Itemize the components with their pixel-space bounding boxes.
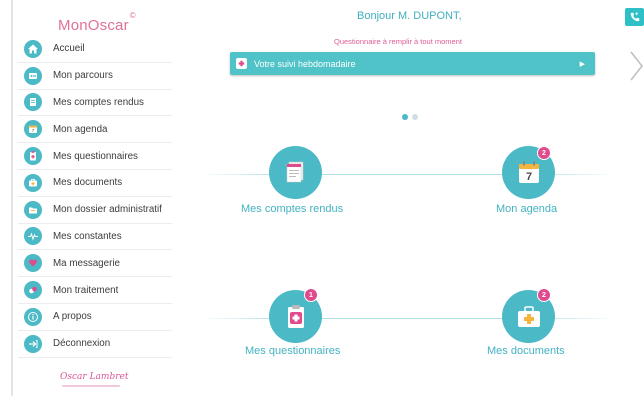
greeting-text: Bonjour M. DUPONT, — [357, 10, 462, 22]
sidebar-item-deconnexion[interactable]: Déconnexion — [18, 331, 172, 358]
tile-label: Mon agenda — [496, 203, 558, 215]
next-page-arrow-icon[interactable] — [628, 50, 644, 82]
calendar-icon: 7 — [24, 120, 42, 139]
sidebar-item-comptes-rendus[interactable]: Mes comptes rendus — [18, 90, 172, 117]
sidebar-item-label: Ma messagerie — [53, 257, 120, 269]
sidebar-item-accueil[interactable]: Accueil — [18, 36, 172, 63]
message-icon — [24, 254, 42, 273]
medical-case-icon — [24, 173, 42, 192]
pills-icon — [24, 281, 42, 300]
weekly-followup-icon — [236, 58, 247, 69]
sidebar-item-label: Mon traitement — [53, 284, 119, 296]
carousel-dots — [402, 114, 418, 120]
sidebar-item-label: Mon parcours — [53, 70, 113, 82]
carousel-dot[interactable] — [412, 114, 418, 120]
sidebar-nav: Accueil Mon parcours Mes comptes rendus … — [18, 36, 172, 358]
documents-stack-icon — [24, 93, 42, 112]
sidebar-item-dossier-administratif[interactable]: Mon dossier administratif — [18, 197, 172, 224]
tile-label: Mes documents — [487, 345, 565, 357]
calendar-day: 7 — [525, 171, 531, 183]
weekly-followup-label: Votre suivi hebdomadaire — [254, 58, 356, 69]
heartbeat-icon — [24, 227, 42, 246]
home-icon — [24, 39, 42, 58]
logout-icon — [24, 334, 42, 353]
weekly-followup-banner[interactable]: Votre suivi hebdomadaire ▶ — [230, 52, 595, 75]
sidebar-item-label: Mes comptes rendus — [53, 96, 144, 108]
notification-badge: 1 — [304, 288, 318, 302]
notification-badge: 2 — [537, 146, 551, 160]
sidebar-item-traitement[interactable]: Mon traitement — [18, 277, 172, 304]
phone-call-button[interactable] — [625, 8, 644, 26]
sidebar-item-parcours[interactable]: Mon parcours — [18, 63, 172, 90]
sidebar-item-a-propos[interactable]: A propos — [18, 304, 172, 331]
sidebar-item-label: A propos — [53, 311, 92, 323]
clipboard-icon — [24, 147, 42, 166]
sidebar-edge — [11, 0, 13, 396]
sidebar-item-label: Mes documents — [53, 177, 123, 189]
hospital-logo-underline — [62, 385, 120, 387]
sidebar-item-documents[interactable]: Mes documents — [18, 170, 172, 197]
parcours-icon — [24, 66, 42, 85]
info-icon — [24, 307, 42, 326]
app-logo: MonOscar© — [58, 11, 136, 34]
play-arrow-icon: ▶ — [579, 60, 585, 68]
documents-stack-icon — [269, 146, 322, 199]
sidebar-item-label: Mes constantes — [53, 230, 122, 242]
tile-label: Mes comptes rendus — [241, 203, 344, 215]
sidebar-item-label: Mes questionnaires — [53, 150, 138, 162]
sidebar: MonOscar© Accueil Mon parcours Mes compt… — [0, 0, 174, 396]
folder-icon — [24, 200, 42, 219]
phone-icon — [630, 12, 639, 22]
sidebar-item-label: Déconnexion — [53, 338, 111, 350]
tile-label: Mes questionnaires — [245, 345, 341, 357]
carousel-dot-active[interactable] — [402, 114, 408, 120]
sidebar-item-agenda[interactable]: 7 Mon agenda — [18, 116, 172, 144]
sidebar-item-constantes[interactable]: Mes constantes — [18, 224, 172, 251]
subtitle-text: Questionnaire à remplir à tout moment — [334, 37, 462, 46]
sidebar-item-questionnaires[interactable]: Mes questionnaires — [18, 143, 172, 170]
sidebar-item-messagerie[interactable]: Ma messagerie — [18, 250, 172, 278]
sidebar-item-label: Mon dossier administratif — [53, 204, 162, 216]
sidebar-item-label: Accueil — [53, 43, 85, 55]
hospital-logo: Oscar Lambret — [60, 372, 129, 382]
sidebar-item-label: Mon agenda — [53, 123, 108, 135]
notification-badge: 2 — [537, 288, 551, 302]
